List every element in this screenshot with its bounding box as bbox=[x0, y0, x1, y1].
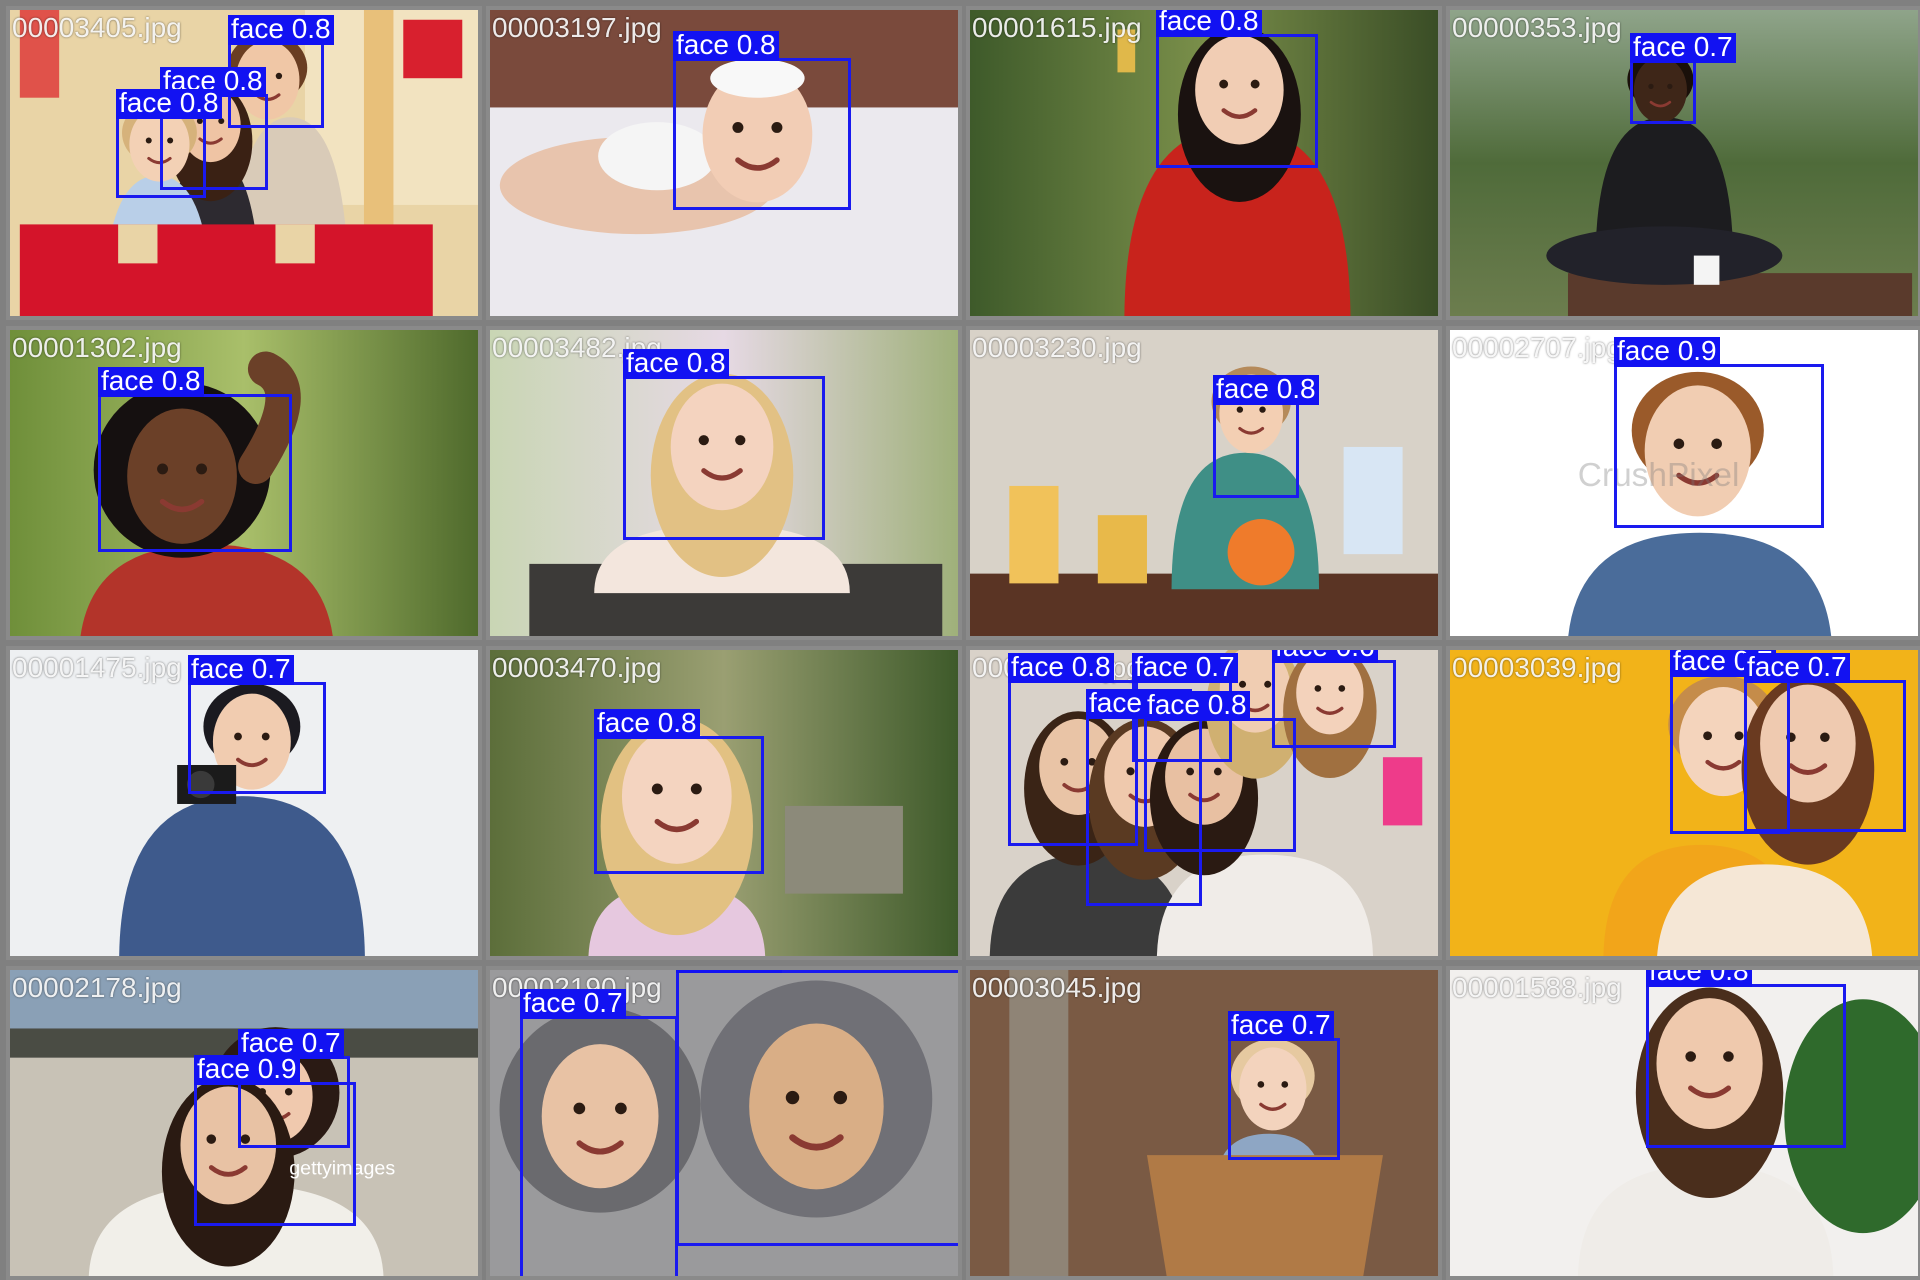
detection-label: face 0.8 bbox=[1008, 653, 1114, 683]
image-tile: 00003045.jpg face 0.7 bbox=[966, 966, 1442, 1280]
detection-box: face 0.7 bbox=[1630, 33, 1736, 124]
detection-box: face 0.8 bbox=[673, 31, 851, 210]
detection-box: face 0.8 bbox=[1646, 970, 1846, 1148]
detection-label: face 0.7 bbox=[520, 989, 626, 1019]
image-tile: 00001615.jpg face 0.8 bbox=[966, 6, 1442, 320]
detection-box: face 0.8 bbox=[116, 89, 222, 198]
scene-illustration bbox=[970, 970, 1438, 1276]
detection-box: face 0.8 bbox=[1156, 10, 1318, 168]
detection-label: face 0.7 bbox=[188, 655, 294, 685]
image-tile: 00000000.jpgface 0.8face 0.7face 0.6face… bbox=[966, 646, 1442, 960]
image-tile: 00003405.jpg face 0.8 face 0.8 face 0.8 bbox=[6, 6, 482, 320]
crossed-legs bbox=[1546, 226, 1783, 285]
image-filename: 00002178.jpg bbox=[12, 972, 182, 1003]
blurred-structure bbox=[784, 805, 903, 894]
detection-label: face 0.8 bbox=[594, 709, 700, 739]
detection-box: face 0.8 bbox=[1144, 691, 1296, 852]
detection-box: face 0.7 bbox=[188, 655, 326, 794]
detection-box: face 0.8 bbox=[623, 349, 825, 540]
image-tile: 00003470.jpg face 0.8 bbox=[486, 646, 962, 960]
detection-label: face 0.7 bbox=[1744, 653, 1850, 683]
scene-illustration bbox=[970, 330, 1438, 636]
image-filename: 00003470.jpg bbox=[492, 652, 662, 683]
image-filename: 00002707.jpg bbox=[1452, 332, 1622, 363]
ladder bbox=[1009, 970, 1069, 1276]
image-filename: 00001588.jpg bbox=[1452, 972, 1622, 1003]
wooden-basket bbox=[1146, 1155, 1383, 1276]
detection-box: face 0.9 bbox=[194, 1055, 356, 1226]
detection-label: face 0.8 bbox=[1156, 10, 1262, 37]
image-tile: 00001588.jpg face 0.8 bbox=[1446, 966, 1920, 1280]
cereal-jar bbox=[1097, 515, 1147, 584]
image-filename: 00003197.jpg bbox=[492, 12, 662, 43]
image-tile: 00003230.jpg face 0.8 bbox=[966, 326, 1442, 640]
image-filename: 00001475.jpg bbox=[12, 652, 182, 683]
detection-box: face 0.7 bbox=[520, 989, 678, 1276]
detection-label: face 0.8 bbox=[228, 15, 334, 45]
paper-cup bbox=[1693, 255, 1720, 285]
red-panel bbox=[403, 19, 463, 79]
detection-label: face 0.7 bbox=[1630, 33, 1736, 63]
detection-label: face 0.8 bbox=[623, 349, 729, 379]
image-tile: 00003197.jpg face 0.8 bbox=[486, 6, 962, 320]
image-tile: 00001302.jpg face 0.8 bbox=[6, 326, 482, 640]
orange-bowl bbox=[1227, 519, 1295, 586]
juice-jug bbox=[1009, 485, 1059, 584]
pink-phone bbox=[1382, 757, 1423, 826]
detection-label: face 0.7 bbox=[1132, 653, 1238, 683]
detection-label: face 0.8 bbox=[1144, 691, 1250, 721]
detection-label: face 0.8 bbox=[1213, 375, 1319, 405]
detection-label: face 0.9 bbox=[1614, 337, 1720, 367]
image-tile: 00001475.jpg face 0.7 bbox=[6, 646, 482, 960]
image-tile: 00003482.jpg face 0.8 bbox=[486, 326, 962, 640]
image-filename: 00001615.jpg bbox=[972, 12, 1142, 43]
image-filename: 00003045.jpg bbox=[972, 972, 1142, 1003]
detection-label: face 0.8 bbox=[673, 31, 779, 61]
red-wall bbox=[19, 224, 433, 316]
detection-label: face 0.6 bbox=[1272, 650, 1378, 663]
detection-box: face 0.8 bbox=[594, 709, 764, 874]
image-filename: 00000353.jpg bbox=[1452, 12, 1622, 43]
detection-label: face 0.7 bbox=[1228, 1011, 1334, 1041]
detection-label: face 0.8 bbox=[116, 89, 222, 119]
image-tile: CrushPixel 00002707.jpg face 0.9 bbox=[1446, 326, 1920, 640]
detection-label: face 0.7 bbox=[676, 970, 782, 973]
detection-label: face 0.8 bbox=[98, 367, 204, 397]
image-tile: 00000353.jpg face 0.7 bbox=[1446, 6, 1920, 320]
image-filename: 00003230.jpg bbox=[972, 332, 1142, 363]
image-tile: 00002190.jpgface 0.7face 0.7 bbox=[486, 966, 962, 1280]
detection-box: face 0.8 bbox=[1213, 375, 1319, 498]
detection-mosaic: 00003405.jpg face 0.8 face 0.8 face 0.8 0000… bbox=[0, 0, 1920, 1280]
detection-label: face 0.8 bbox=[1646, 970, 1752, 987]
detection-box: face 0.7 bbox=[1228, 1011, 1340, 1160]
detection-box: face 0.8 bbox=[98, 367, 292, 552]
wall-gap bbox=[118, 224, 158, 264]
detection-box: face 0.7 bbox=[1744, 653, 1906, 832]
wall-gap bbox=[275, 224, 315, 264]
image-tile: gettyimages 00002178.jpg face 0.7 face 0.9 bbox=[6, 966, 482, 1280]
image-filename: 00003405.jpg bbox=[12, 12, 182, 43]
detection-box: face 0.7 bbox=[676, 970, 958, 1246]
image-filename: 00003039.jpg bbox=[1452, 652, 1622, 683]
flour-bag bbox=[1343, 446, 1403, 555]
image-filename: 00001302.jpg bbox=[12, 332, 182, 363]
detection-label: face 0.9 bbox=[194, 1055, 300, 1085]
image-tile: 00003039.jpg face 0.7 face 0.7 bbox=[1446, 646, 1920, 960]
detection-box: face 0.9 bbox=[1614, 337, 1824, 528]
